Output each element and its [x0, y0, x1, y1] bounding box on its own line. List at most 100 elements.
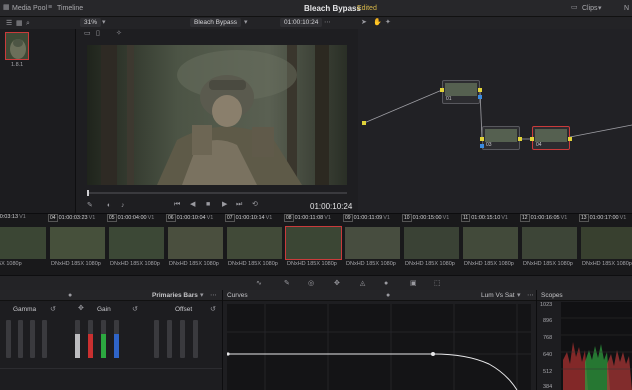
clip-thumbnail[interactable]: 08 01:00:11:08V1 DNxHD 185X 1080p [284, 214, 343, 276]
zoom-select[interactable]: 31% [80, 18, 102, 27]
skip-forward-icon[interactable]: ⏭ [236, 201, 242, 208]
toggle-icon[interactable]: ● [68, 292, 72, 299]
pointer-icon[interactable]: ➤ [361, 19, 367, 26]
clip-thumbnail[interactable]: 07 01:00:10:14V1 DNxHD 185X 1080p [225, 214, 284, 276]
node-input-dot[interactable] [362, 121, 366, 125]
scrubber-handle[interactable] [87, 190, 89, 196]
sizing-tool-icon[interactable]: ⬚ [434, 280, 441, 287]
timeline-icon[interactable]: ≡ [48, 4, 52, 11]
loop-icon[interactable]: ⟲ [252, 201, 258, 208]
play-icon[interactable]: ▶ [222, 201, 227, 208]
gain-r-bar[interactable] [88, 320, 93, 358]
eyedropper-icon[interactable]: ✎ [87, 202, 93, 209]
hand-icon[interactable]: ✋ [373, 19, 382, 26]
node-label: 01 [446, 96, 452, 102]
highlight-icon[interactable]: ◐ [107, 202, 111, 209]
nodes-button[interactable]: N [624, 5, 629, 12]
audio-icon[interactable]: ♪ [121, 202, 125, 209]
clip-thumbnail[interactable]: 12 01:00:16:05V1 DNxHD 185X 1080p [520, 214, 579, 276]
blur-tool-icon[interactable]: ● [384, 280, 388, 287]
clips-button[interactable]: Clips [582, 5, 598, 12]
node-input-dot[interactable] [480, 144, 484, 148]
clip-thumbnail[interactable]: 06 01:00:10:04V1 DNxHD 185X 1080p [166, 214, 225, 276]
node-input-dot[interactable] [530, 137, 534, 141]
curves-mode-select[interactable]: Lum Vs Sat [481, 292, 515, 299]
node-input-dot[interactable] [480, 137, 484, 141]
offset-b-bar[interactable] [193, 320, 198, 358]
picker-icon[interactable]: ✥ [78, 305, 84, 312]
qualifier-tool-icon[interactable]: ✎ [284, 280, 290, 287]
reset-icon[interactable]: ↺ [132, 306, 138, 313]
options-icon[interactable]: ⋯ [324, 19, 331, 26]
gain-b-bar[interactable] [114, 320, 119, 358]
clip-thumbnail[interactable]: 11 01:00:15:10V1 DNxHD 185X 1080p [461, 214, 520, 276]
clips-icon[interactable]: ▭ [571, 4, 578, 11]
gamma-y-bar[interactable] [6, 320, 11, 358]
offset-r-bar[interactable] [167, 320, 172, 358]
chevron-down-icon[interactable]: ▾ [102, 19, 106, 26]
clip-image [109, 227, 164, 259]
gamma-r-bar[interactable] [18, 320, 23, 358]
tracker-tool-icon[interactable]: ✥ [334, 280, 340, 287]
gamma-b-bar[interactable] [42, 320, 47, 358]
scopes-header: Scopes [537, 290, 632, 301]
offset-y-bar[interactable] [154, 320, 159, 358]
options-icon[interactable]: ⋯ [210, 292, 217, 299]
scrubber-track[interactable] [87, 190, 347, 196]
node-04[interactable]: 04 [532, 126, 570, 150]
node-output-dot[interactable] [518, 137, 522, 141]
clip-thumbnail[interactable]: 04 01:00:03:23V1 DNxHD 185X 1080p [48, 214, 107, 276]
clip-thumbnail[interactable]: 01:00:03:13V1 185X 1080p [0, 214, 48, 276]
media-pool-icon[interactable]: ▦ [3, 4, 10, 11]
clip-track: V1 [619, 215, 627, 221]
clip-timecode: 01:00:15:00 [412, 215, 442, 221]
clip-thumbnail[interactable]: 09 01:00:11:09V1 DNxHD 185X 1080p [343, 214, 402, 276]
node-03[interactable]: 03 [482, 126, 520, 150]
window-tool-icon[interactable]: ◎ [308, 280, 314, 287]
wand-icon[interactable]: ✧ [116, 30, 122, 37]
curves-tool-icon[interactable]: ∿ [256, 280, 262, 287]
gain-g-fill [101, 334, 106, 358]
gamma-g-bar[interactable] [30, 320, 35, 358]
reset-icon[interactable]: ↺ [210, 306, 216, 313]
reset-icon[interactable]: ↺ [50, 306, 56, 313]
node-output-dot[interactable] [478, 95, 482, 99]
step-back-icon[interactable]: ◀ [190, 201, 195, 208]
color-picker-icon[interactable]: ✦ [385, 19, 391, 26]
clip-name-label[interactable]: Bleach Bypass [190, 18, 241, 27]
chevron-down-icon[interactable]: ▾ [244, 19, 248, 26]
magic-mask-icon[interactable]: ◬ [360, 280, 365, 287]
node-01[interactable]: 01 [442, 80, 480, 104]
offset-g-bar[interactable] [180, 320, 185, 358]
stop-icon[interactable]: ■ [206, 201, 210, 208]
node-output-dot[interactable] [568, 137, 572, 141]
gamma-label: Gamma [13, 306, 37, 313]
gain-y-bar[interactable] [75, 320, 80, 358]
clip-thumbnail[interactable]: 13 01:00:17:00V1 DNxHD 185X 1080p [579, 214, 632, 276]
video-image [87, 45, 347, 185]
split-icon[interactable]: ▯ [96, 30, 100, 37]
clip-thumbnail[interactable]: 05 01:00:04:00V1 DNxHD 185X 1080p [107, 214, 166, 276]
media-pool-thumbnail[interactable] [5, 32, 29, 60]
list-view-icon[interactable]: ☰ [6, 20, 12, 27]
media-pool-button[interactable]: Media Pool [12, 5, 47, 12]
clip-number: 05 [107, 214, 117, 222]
options-icon[interactable]: ⋯ [527, 292, 534, 299]
clip-thumbnail[interactable]: 10 01:00:15:00V1 DNxHD 185X 1080p [402, 214, 461, 276]
node-input-dot[interactable] [440, 88, 444, 92]
viewer-layout-icon[interactable]: ▭ [84, 30, 91, 37]
curve-graph[interactable] [227, 304, 531, 390]
chevron-down-icon[interactable]: ▾ [200, 292, 204, 299]
toggle-icon[interactable]: ● [386, 292, 390, 299]
timeline-button[interactable]: Timeline [57, 5, 83, 12]
grid-view-icon[interactable]: ▦ [16, 20, 23, 27]
gain-g-bar[interactable] [101, 320, 106, 358]
node-thumbnail [535, 129, 567, 142]
clip-number: 10 [402, 214, 412, 222]
skip-back-icon[interactable]: ⏮ [174, 201, 180, 208]
key-tool-icon[interactable]: ▣ [410, 280, 417, 287]
search-icon[interactable]: ⌕ [26, 20, 30, 27]
chevron-down-icon[interactable]: ▾ [598, 5, 602, 12]
chevron-down-icon[interactable]: ▾ [517, 292, 521, 299]
node-output-dot[interactable] [478, 88, 482, 92]
